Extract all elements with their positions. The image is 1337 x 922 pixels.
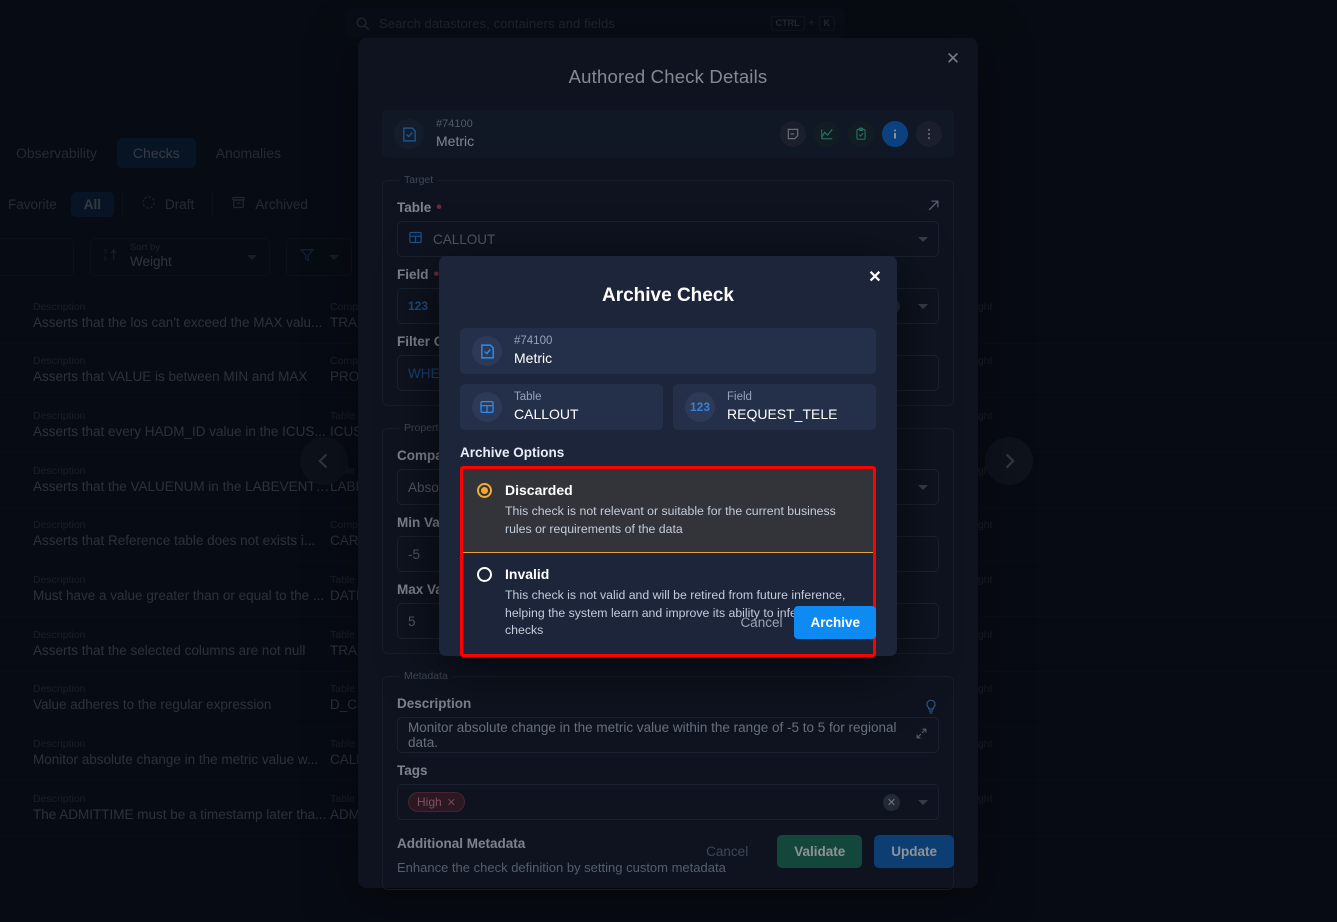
option-name: Discarded (505, 482, 573, 498)
archive-check-summary: #74100 Metric (460, 328, 876, 374)
archive-check-text: #74100 Metric (514, 334, 552, 367)
archive-field-text: Field REQUEST_TELE (727, 390, 837, 423)
archive-check-id: #74100 (514, 335, 553, 348)
numeric-badge: 123 (689, 400, 711, 414)
archive-field-card: 123 Field REQUEST_TELE (673, 384, 876, 430)
radio-selected-icon[interactable] (477, 483, 492, 498)
option-description: This check is not relevant or suitable f… (505, 504, 836, 536)
archive-cancel-button[interactable]: Cancel (740, 615, 782, 630)
archive-table-text: Table CALLOUT (514, 390, 579, 423)
archive-field-value: REQUEST_TELE (727, 406, 838, 423)
archive-option-discarded[interactable]: Discarded This check is not relevant or … (463, 469, 873, 554)
archive-table-value: CALLOUT (514, 406, 579, 423)
numeric-field-icon: 123 (685, 392, 715, 422)
archive-table-card: Table CALLOUT (460, 384, 663, 430)
archive-field-label: Field (727, 391, 752, 404)
archive-target-row: Table CALLOUT 123 Field REQUEST_TELE (460, 384, 876, 430)
archive-options-title: Archive Options (460, 445, 565, 460)
option-name: Invalid (505, 566, 550, 583)
close-icon[interactable]: ✕ (865, 267, 885, 287)
archive-check-type: Metric (514, 350, 553, 367)
archive-option-discarded-text: Discarded This check is not relevant or … (505, 481, 859, 538)
archive-confirm-button[interactable]: Archive (794, 606, 876, 639)
archive-footer: Cancel Archive (740, 606, 876, 639)
check-badge-icon (472, 336, 502, 366)
archive-table-label: Table (514, 391, 542, 404)
table-grid-icon (472, 392, 502, 422)
dialog-title: Archive Check (601, 285, 734, 306)
archive-check-dialog: ✕ Archive Check #74100 Metric Table CALL… (439, 256, 897, 657)
radio-unselected-icon[interactable] (477, 567, 492, 583)
